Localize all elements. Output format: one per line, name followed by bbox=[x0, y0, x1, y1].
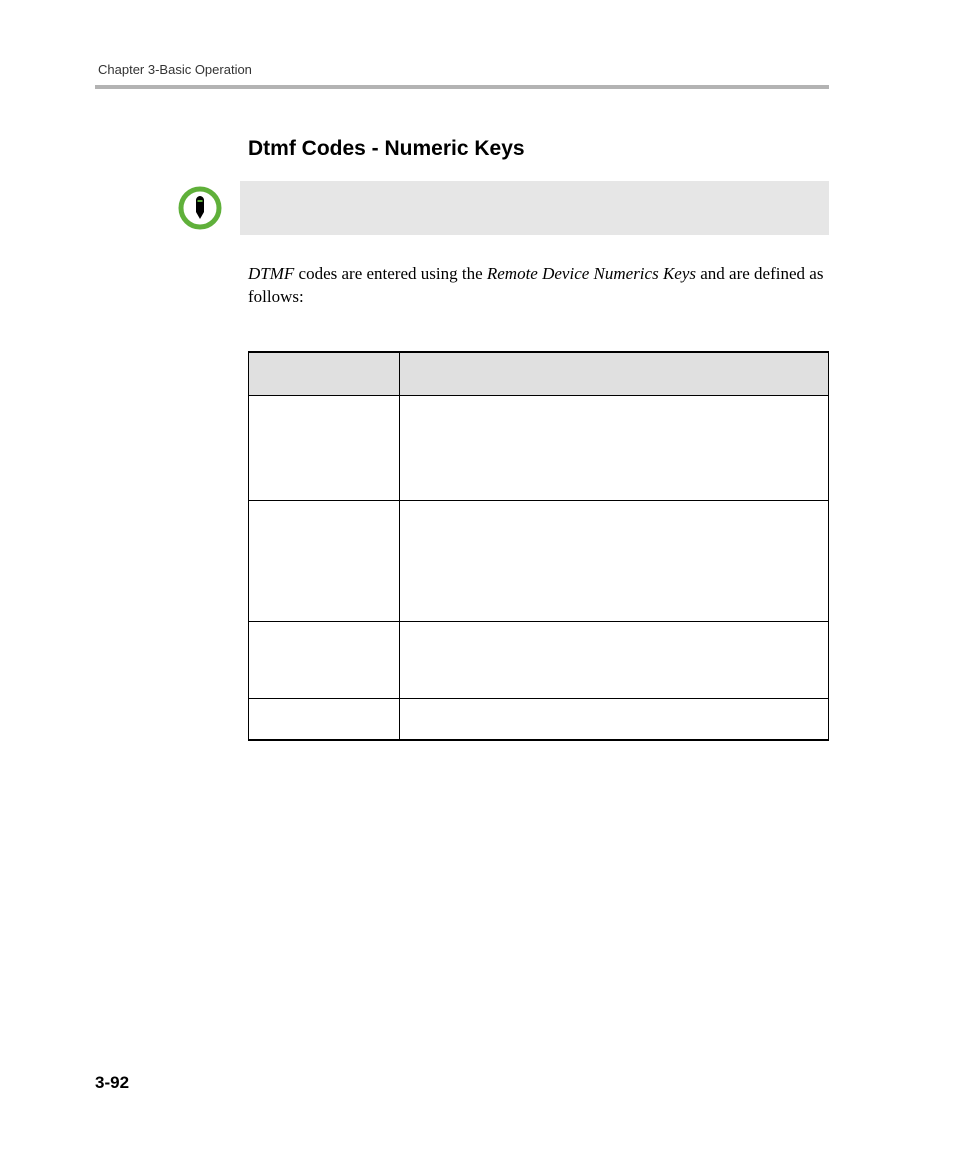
term-dtmf: DTMF bbox=[248, 264, 294, 283]
table-cell bbox=[399, 621, 828, 698]
note-pen-icon bbox=[178, 186, 222, 230]
header-rule bbox=[95, 85, 829, 89]
table-cell bbox=[399, 395, 828, 500]
term-remote-keys: Remote Device Numerics Keys bbox=[487, 264, 696, 283]
para-text-1: codes are entered using the bbox=[294, 264, 487, 283]
running-header: Chapter 3-Basic Operation bbox=[98, 62, 829, 77]
table-row bbox=[249, 395, 829, 500]
note-highlight-bar bbox=[240, 181, 829, 235]
table-cell bbox=[399, 698, 828, 740]
intro-paragraph: DTMF codes are entered using the Remote … bbox=[248, 263, 829, 309]
table-cell bbox=[249, 698, 400, 740]
section-heading: Dtmf Codes - Numeric Keys bbox=[248, 137, 829, 161]
table-row bbox=[249, 621, 829, 698]
table-cell bbox=[249, 621, 400, 698]
table-row bbox=[249, 500, 829, 621]
table-cell bbox=[249, 500, 400, 621]
page-number: 3-92 bbox=[95, 1073, 129, 1093]
note-callout bbox=[178, 181, 829, 235]
table-cell bbox=[249, 395, 400, 500]
table-header-cell bbox=[399, 352, 828, 396]
table-header-row bbox=[249, 352, 829, 396]
table-row bbox=[249, 698, 829, 740]
table-cell bbox=[399, 500, 828, 621]
table-header-cell bbox=[249, 352, 400, 396]
dtmf-codes-table bbox=[248, 351, 829, 741]
